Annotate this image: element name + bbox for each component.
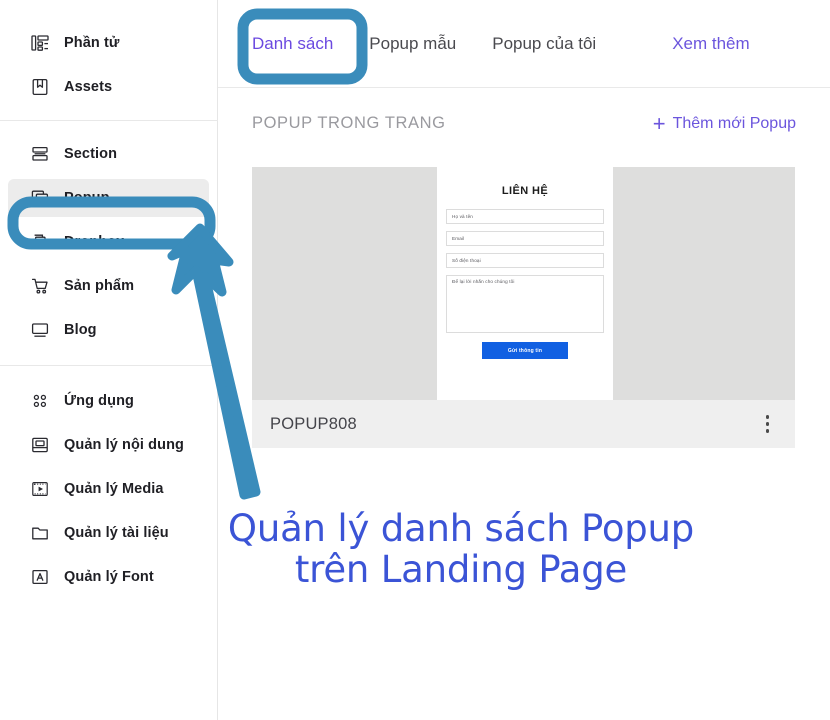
sidebar-item-quan-ly-tai-lieu[interactable]: Quản lý tài liệu	[8, 514, 209, 552]
sidebar-divider-1	[0, 120, 218, 121]
page-title: POPUP TRONG TRANG	[252, 114, 446, 132]
preview-submit-button: Gửi thông tin	[482, 342, 568, 359]
preview-field-email: Email	[446, 231, 604, 246]
cart-icon	[30, 276, 50, 296]
sidebar-item-label: Blog	[64, 322, 97, 338]
sidebar-item-label: Section	[64, 146, 118, 162]
sidebar-item-ung-dung[interactable]: Ứng dụng	[8, 382, 209, 420]
preview-field-message: Để lại lời nhắn cho chúng tôi	[446, 275, 604, 333]
sidebar-item-section[interactable]: Section	[8, 135, 209, 173]
sidebar-item-label: Phần tử	[64, 35, 120, 51]
apps-grid-icon	[30, 391, 50, 411]
sidebar-item-quan-ly-font[interactable]: Quản lý Font	[8, 558, 209, 596]
popup-card-name: POPUP808	[270, 414, 357, 433]
preview-field-label: Số điện thoại	[452, 258, 481, 263]
preview-field-phone: Số điện thoại	[446, 253, 604, 268]
sidebar-item-assets[interactable]: Assets	[8, 68, 209, 106]
sidebar-divider-2	[0, 365, 218, 366]
caption-line-2: trên Landing Page	[294, 548, 628, 592]
preview-field-label: Họ và tên	[452, 214, 474, 219]
section-icon	[30, 144, 50, 164]
sidebar-item-phan-tu[interactable]: Phần tử	[8, 24, 209, 62]
preview-field-label: Để lại lời nhắn cho chúng tôi	[452, 279, 515, 284]
sidebar-group-3: Ứng dụng Quản lý nội dung Quản lý Media …	[0, 382, 217, 596]
folder-icon	[30, 523, 50, 543]
popup-preview-sheet: LIÊN HỆ Họ và tên Email Số điện thoại Để…	[437, 167, 613, 400]
sidebar-item-dropbox[interactable]: Dropbox	[8, 223, 209, 261]
add-new-popup-label: Thêm mới Popup	[672, 114, 796, 132]
tab-xem-them[interactable]: Xem thêm	[654, 1, 767, 87]
sidebar-item-quan-ly-noi-dung[interactable]: Quản lý nội dung	[8, 426, 209, 464]
popup-preview-thumbnail: LIÊN HỆ Họ và tên Email Số điện thoại Để…	[252, 167, 795, 400]
tab-label: Xem thêm	[672, 33, 750, 53]
sidebar-item-popup[interactable]: Popup	[8, 179, 209, 217]
sidebar-item-label: Quản lý Media	[64, 481, 164, 497]
sidebar-item-label: Dropbox	[64, 234, 125, 250]
sidebar-item-san-pham[interactable]: Sản phẩm	[8, 267, 209, 305]
font-a-icon	[30, 567, 50, 587]
plus-icon: +	[652, 110, 666, 136]
tab-popup-mau[interactable]: Popup mẫu	[351, 1, 474, 87]
sidebar-item-label: Ứng dụng	[64, 393, 135, 409]
dropbox-document-icon	[30, 232, 50, 252]
tab-label: Popup của tôi	[492, 33, 597, 53]
sidebar-group-1: Phần tử Assets	[0, 24, 217, 106]
app-root: Phần tử Assets Section Popup Dropbox Sản…	[0, 0, 830, 720]
add-new-popup-button[interactable]: + Thêm mới Popup	[652, 110, 796, 136]
popup-card-footer: POPUP808	[252, 400, 795, 448]
popup-window-icon	[30, 188, 50, 208]
main-panel: Danh sách Popup mẫu Popup của tôi Xem th…	[218, 0, 830, 720]
elements-icon	[30, 33, 50, 53]
preview-field-name: Họ và tên	[446, 209, 604, 224]
preview-title: LIÊN HỆ	[501, 185, 549, 197]
assets-bookmark-icon	[30, 77, 50, 97]
sidebar-group-2: Section Popup Dropbox Sản phẩm Blog	[0, 135, 217, 349]
sidebar: Phần tử Assets Section Popup Dropbox Sản…	[0, 0, 218, 720]
content-inbox-icon	[30, 435, 50, 455]
sidebar-item-label: Quản lý nội dung	[64, 437, 185, 453]
media-play-icon	[30, 479, 50, 499]
monitor-icon	[30, 320, 50, 340]
tab-danh-sach[interactable]: Danh sách	[234, 1, 351, 87]
sidebar-item-label: Assets	[64, 79, 113, 95]
tab-label: Danh sách	[252, 33, 334, 53]
tab-bar: Danh sách Popup mẫu Popup của tôi Xem th…	[218, 0, 830, 88]
tab-label: Popup mẫu	[369, 33, 457, 53]
sidebar-item-blog[interactable]: Blog	[8, 311, 209, 349]
tab-popup-cua-toi[interactable]: Popup của tôi	[474, 1, 614, 87]
caption-line-1: Quản lý danh sách Popup	[227, 507, 695, 550]
sidebar-item-label: Quản lý tài liệu	[64, 525, 169, 541]
sidebar-item-label: Popup	[64, 190, 110, 206]
sidebar-item-label: Quản lý Font	[64, 569, 154, 585]
section-header: POPUP TRONG TRANG + Thêm mới Popup	[218, 88, 830, 143]
sidebar-item-label: Sản phẩm	[64, 278, 135, 294]
sidebar-item-quan-ly-media[interactable]: Quản lý Media	[8, 470, 209, 508]
kebab-menu-icon[interactable]	[762, 411, 774, 437]
popup-card[interactable]: LIÊN HỆ Họ và tên Email Số điện thoại Để…	[252, 167, 795, 448]
preview-field-label: Email	[452, 236, 465, 241]
annotation-caption: Quản lý danh sách Popup trên Landing Pag…	[196, 508, 726, 591]
